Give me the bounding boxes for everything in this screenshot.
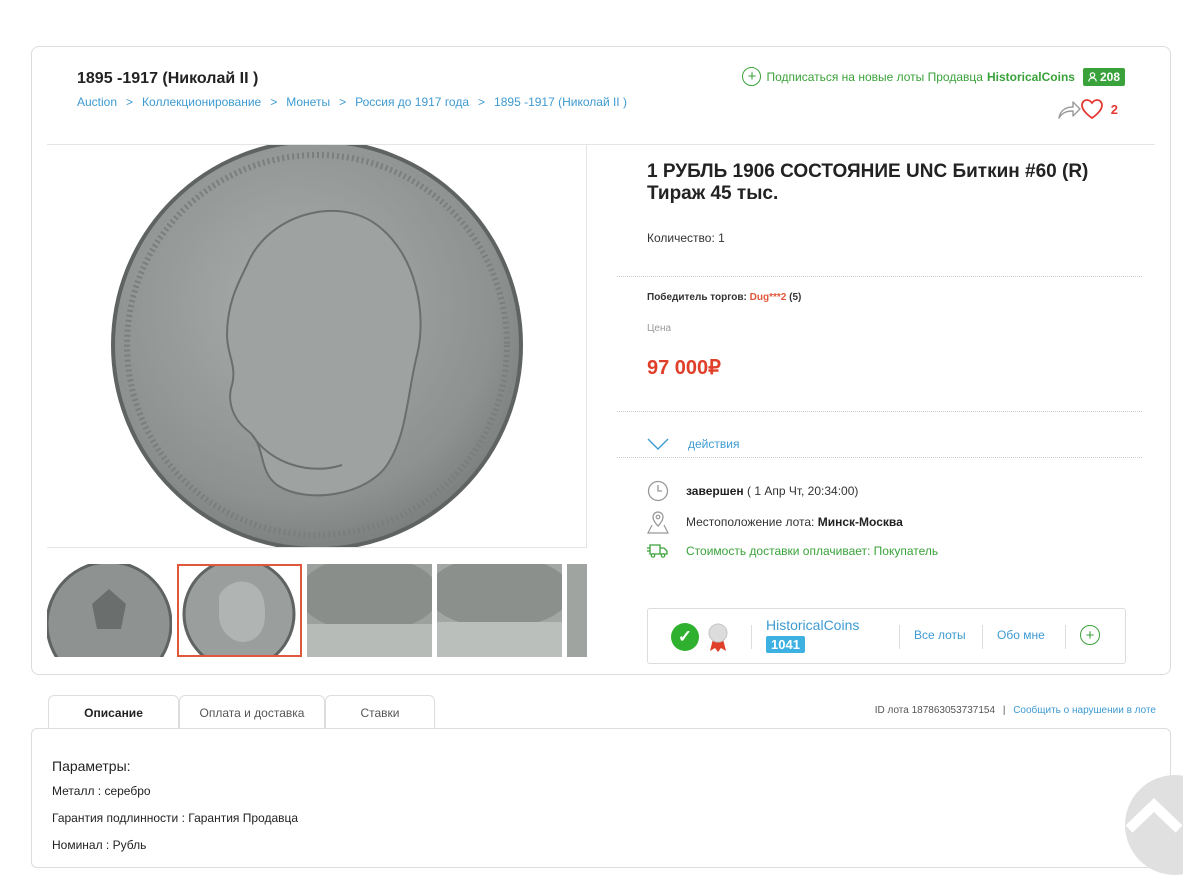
seller-name-link[interactable]: HistoricalCoins [766,617,859,633]
thumbnail[interactable] [307,564,432,657]
actions-toggle[interactable]: действия [647,437,739,451]
category-title: 1895 -1917 (Николай II ) [77,70,259,87]
heart-icon[interactable] [1080,98,1104,120]
about-seller-link[interactable]: Обо мне [997,628,1045,642]
quantity: Количество: 1 [647,231,725,245]
breadcrumb-separator: > [270,95,278,109]
plus-circle-icon: + [742,67,762,86]
param-item: Металл : серебро [52,784,151,798]
map-pin-icon [647,511,669,534]
breadcrumb-item[interactable]: Auction [77,95,117,109]
medal-icon [708,623,728,652]
delivery-text: Стоимость доставки оплачивает: Покупател… [686,544,939,558]
check-icon: ✓ [671,623,699,651]
winner-nick[interactable]: Dug***2 [750,292,787,303]
status-row: завершен ( 1 Апр Чт, 20:34:00) [647,480,858,502]
location-label: Местоположение лота: [686,515,815,529]
favorites-count: 2 [1110,102,1118,117]
subscribe-text: Подписаться на новые лоты Продавца [766,69,983,84]
breadcrumb-separator: > [126,95,134,109]
description-panel: Параметры: Металл : серебро Гарантия под… [31,728,1171,868]
lot-title: 1 РУБЛЬ 1906 СОСТОЯНИЕ UNC Биткин #60 (R… [647,161,1089,204]
delivery-row: Стоимость доставки оплачивает: Покупател… [647,543,938,559]
winner-rating: (5) [789,292,802,303]
tab-bar: Описание Оплата и доставка Ставки [48,695,435,729]
breadcrumb-item[interactable]: 1895 -1917 (Николай II ) [494,95,627,109]
truck-icon [647,544,668,558]
share-icon[interactable] [1056,98,1082,120]
tab-bids[interactable]: Ставки [325,695,435,729]
thumbnail[interactable] [47,564,172,657]
subscribe-seller-name: HistoricalCoins [986,69,1075,84]
all-lots-link[interactable]: Все лоты [914,628,966,642]
breadcrumb-item[interactable]: Коллекционирование [142,95,261,109]
breadcrumb: Auction > Коллекционирование > Монеты > Рос… [77,95,627,109]
main-lot-image[interactable] [47,145,587,548]
thumbnail[interactable] [567,564,587,657]
lot-id-separator: | [1002,705,1006,716]
divider [617,457,1142,458]
lot-id-line: ID лота 187863053737154 | Сообщить о нар… [875,705,1156,716]
lot-id: ID лота 187863053737154 [874,705,996,716]
thumbnail[interactable] [437,564,562,657]
thumbnail-strip [47,564,587,657]
location-row: Местоположение лота: Минск-Москва [647,510,903,534]
subscribers-count: 208 [1099,69,1120,84]
param-item: Номинал : Рубль [52,838,147,852]
price: 97 000₽ [647,357,721,379]
subscribe-seller-link[interactable]: + Подписаться на новые лоты Продавца His… [742,67,1125,86]
plus-circle-icon[interactable]: + [1080,625,1100,645]
lot-card: 1895 -1917 (Николай II ) Auction > Коллек… [31,46,1171,675]
status-bold: завершен [686,484,744,498]
auction-winner: Победитель торгов: Dug***2 (5) [647,292,801,303]
clock-icon [647,480,669,502]
thumbnail-active[interactable] [177,564,302,657]
seller-lots-count: 1041 [766,636,805,653]
status-date: ( 1 Апр Чт, 20:34:00) [746,484,859,498]
divider [617,411,1142,412]
chevron-down-icon [647,438,669,450]
breadcrumb-separator: > [478,95,486,109]
user-icon [1088,71,1097,82]
divider [617,276,1142,277]
seller-box: ✓ HistoricalCoins 1041 Все лоты Обо мне … [647,608,1126,664]
price-label: Цена [647,323,672,334]
breadcrumb-item[interactable]: Россия до 1917 года [355,95,469,109]
location-value: Минск-Москва [817,515,903,529]
subscribers-badge: 208 [1082,67,1125,86]
divider [751,625,752,649]
actions-label: действия [688,437,740,451]
param-item: Гарантия подлинности : Гарантия Продавца [52,811,299,825]
report-link[interactable]: Сообщить о нарушении в лоте [1013,705,1156,716]
tab-payment-delivery[interactable]: Оплата и доставка [179,695,325,729]
scroll-up-icon [1125,798,1183,833]
params-heading: Параметры: [52,758,131,774]
divider [899,625,900,649]
tab-description[interactable]: Описание [48,695,179,729]
winner-label: Победитель торгов: [647,292,747,303]
divider [982,625,983,649]
breadcrumb-separator: > [339,95,347,109]
breadcrumb-item[interactable]: Монеты [286,95,330,109]
divider [1065,625,1066,649]
